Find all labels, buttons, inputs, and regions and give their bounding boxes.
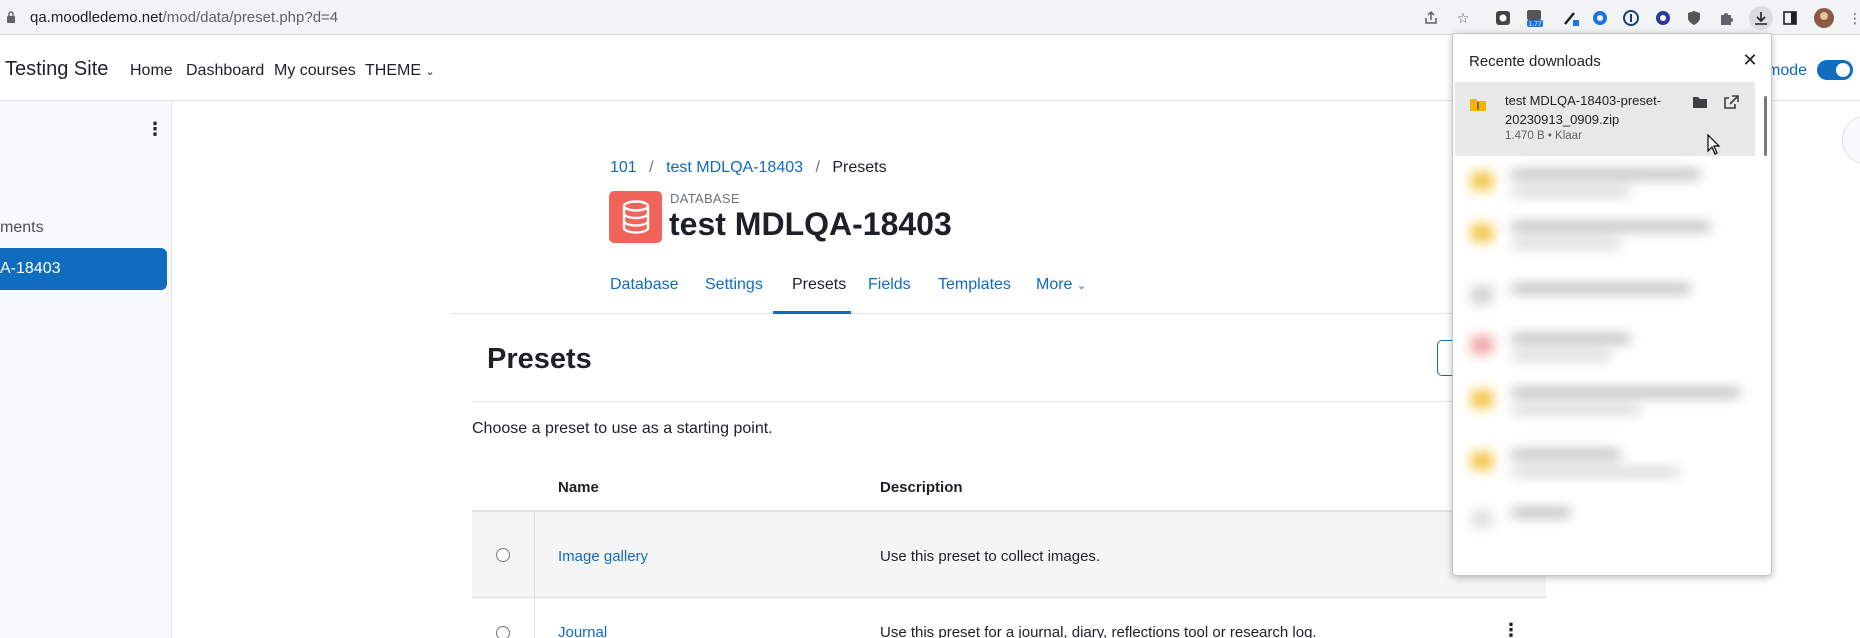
address-bar[interactable]: qa.moodledemo.net/mod/data/preset.php?d=… [30, 9, 338, 26]
page-heading: Presets [487, 343, 592, 375]
preset-description: Use this preset to collect images. [880, 548, 1101, 565]
cell-divider [534, 512, 535, 597]
open-external-icon[interactable] [1722, 94, 1740, 110]
right-drawer-toggle[interactable] [1842, 115, 1860, 165]
tab-settings[interactable]: Settings [705, 276, 763, 294]
downloads-bubble: Recente downloads ✕ test MDLQA-18403-pre… [1452, 33, 1772, 576]
drawer-active-item[interactable]: A-18403 [0, 248, 167, 290]
nav-my-courses[interactable]: My courses [274, 62, 356, 80]
nav-theme-label: THEME [365, 62, 421, 79]
breadcrumb-separator: / [649, 159, 654, 176]
page-title: test MDLQA-18403 [669, 206, 952, 242]
scrollbar[interactable] [1764, 96, 1767, 156]
breadcrumb-course[interactable]: 101 [610, 159, 637, 176]
download-file-name: test MDLQA-18403-preset-20230913_0909.zi… [1505, 93, 1662, 127]
downloads-title: Recente downloads [1469, 53, 1601, 70]
tab-database[interactable]: Database [610, 276, 679, 294]
folder-icon[interactable] [1691, 94, 1709, 110]
svg-text:1.77: 1.77 [1528, 21, 1542, 28]
shield-icon[interactable] [1684, 8, 1704, 28]
preset-radio[interactable] [496, 626, 510, 638]
blurred-download-item [1471, 330, 1741, 366]
extension-icon[interactable]: 1.77 [1525, 8, 1545, 28]
puzzle-icon[interactable] [1716, 8, 1736, 28]
cell-divider [534, 598, 535, 638]
column-header-name: Name [558, 479, 599, 496]
chevron-down-icon: ⌄ [425, 66, 435, 78]
sidepanel-icon[interactable] [1780, 8, 1800, 28]
secondary-navigation: Database Settings Presets Fields Templat… [450, 268, 1540, 314]
course-index-drawer: ⋮ ments A-18403 [0, 101, 172, 638]
activity-type-label: DATABASE [670, 191, 740, 206]
extension-icon[interactable] [1590, 8, 1610, 28]
zip-file-icon [1470, 99, 1486, 111]
breadcrumb-separator: / [815, 159, 820, 176]
preset-radio[interactable] [496, 548, 510, 562]
nav-dashboard[interactable]: Dashboard [186, 62, 264, 80]
download-status: 1.470 B • Klaar [1505, 130, 1582, 142]
breadcrumb: 101 / test MDLQA-18403 / Presets [610, 159, 887, 177]
breadcrumb-activity[interactable]: test MDLQA-18403 [666, 159, 803, 176]
active-tab-indicator [773, 311, 851, 314]
blurred-download-item [1471, 218, 1741, 254]
row-actions-icon[interactable]: ⋮ [1502, 620, 1520, 638]
chevron-down-icon: ⌄ [1076, 280, 1087, 292]
tab-presets[interactable]: Presets [792, 276, 846, 294]
preset-name-link[interactable]: Journal [558, 624, 607, 638]
star-icon[interactable]: ☆ [1453, 8, 1473, 28]
tab-templates[interactable]: Templates [938, 276, 1011, 294]
breadcrumb-current: Presets [832, 159, 887, 176]
blurred-download-item [1471, 504, 1741, 540]
profile-avatar[interactable] [1814, 8, 1834, 28]
extension-icon[interactable] [1561, 8, 1581, 28]
share-icon[interactable] [1421, 8, 1441, 28]
kebab-menu-icon[interactable]: ⋮ [146, 119, 164, 141]
blurred-download-item [1471, 166, 1741, 202]
extension-icon[interactable] [1493, 8, 1513, 28]
more-icon[interactable]: ⋮ [1845, 8, 1860, 28]
table-header: Name Description [472, 470, 1546, 512]
download-icon[interactable] [1749, 6, 1773, 30]
lock-icon[interactable] [6, 11, 16, 23]
tab-fields[interactable]: Fields [868, 276, 911, 294]
drawer-section-label[interactable]: ments [0, 219, 44, 237]
tab-more-label: More [1036, 276, 1073, 293]
edit-mode-label: mode [1767, 62, 1808, 79]
column-header-description: Description [880, 479, 963, 496]
close-icon[interactable]: ✕ [1740, 50, 1760, 70]
extension-icon[interactable] [1621, 8, 1641, 28]
intro-text: Choose a preset to use as a starting poi… [472, 420, 773, 437]
browser-toolbar: qa.moodledemo.net/mod/data/preset.php?d=… [0, 0, 1860, 35]
nav-home[interactable]: Home [130, 62, 173, 80]
table-row: Image gallery Use this preset to collect… [472, 512, 1546, 598]
extension-icon[interactable] [1653, 8, 1673, 28]
mouse-cursor-icon [1707, 134, 1721, 155]
blurred-download-item [1471, 446, 1741, 482]
url-path: /mod/data/preset.php?d=4 [162, 9, 339, 26]
tab-more[interactable]: More ⌄ [1036, 276, 1086, 294]
blurred-download-item [1471, 280, 1741, 316]
database-icon [609, 191, 662, 243]
site-name[interactable]: Testing Site [5, 58, 108, 81]
divider [472, 401, 1537, 402]
url-host: qa.moodledemo.net [30, 9, 163, 26]
preset-name-link[interactable]: Image gallery [558, 548, 648, 565]
edit-mode-toggle[interactable] [1817, 60, 1853, 80]
preset-description: Use this preset for a journal, diary, re… [880, 624, 1317, 638]
toggle-knob [1836, 63, 1850, 77]
blurred-download-item [1471, 384, 1741, 420]
table-row: Journal Use this preset for a journal, d… [472, 598, 1546, 638]
nav-theme[interactable]: THEME ⌄ [365, 62, 435, 80]
